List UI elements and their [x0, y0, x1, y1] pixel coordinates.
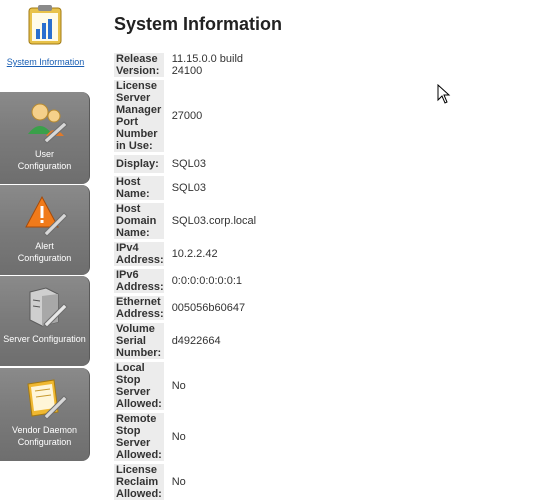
row-value: 27000 — [171, 110, 203, 122]
row-key: License Reclaim Allowed: — [114, 464, 164, 500]
sidebar-item-label-line2: Configuration — [17, 161, 72, 171]
table-row: Host Name: SQL03 — [114, 176, 256, 200]
sidebar-item-alert-configuration[interactable]: Alert Configuration — [0, 185, 90, 275]
user-config-icon — [28, 103, 68, 144]
row-value: No — [171, 431, 186, 443]
row-value: d4922664 — [171, 335, 221, 347]
table-row: Ethernet Address: 005056b60647 — [114, 296, 256, 320]
row-key: IPv4 Address: — [114, 242, 164, 266]
row-value: 11.15.0.0 build 24100 — [171, 53, 244, 77]
row-value: 10.2.2.42 — [171, 248, 218, 260]
row-key: Volume Serial Number: — [114, 323, 164, 359]
sidebar-item-label: Server Configuration — [3, 334, 86, 344]
sidebar-item-label[interactable]: System Information — [0, 57, 91, 67]
row-key: Host Name: — [114, 176, 164, 200]
sidebar-item-user-configuration[interactable]: User Configuration — [0, 92, 90, 184]
table-row: Local Stop Server Allowed: No — [114, 362, 256, 410]
row-key: Ethernet Address: — [114, 296, 164, 320]
row-key: Release Version: — [114, 53, 164, 77]
table-row: Host Domain Name: SQL03.corp.local — [114, 203, 256, 239]
row-value: 005056b60647 — [171, 302, 246, 314]
table-row: Display: SQL03 — [114, 155, 256, 173]
sidebar-item-label-line2: Configuration — [17, 253, 72, 263]
row-key: Display: — [114, 155, 164, 173]
row-key: Remote Stop Server Allowed: — [114, 413, 164, 461]
row-value: No — [171, 476, 186, 488]
sidebar-item-label-line1: Vendor Daemon — [11, 425, 78, 435]
row-key: Host Domain Name: — [114, 203, 164, 239]
alert-config-icon — [25, 195, 68, 237]
sidebar: System Information User Configuration Al… — [0, 0, 91, 461]
row-value: 0:0:0:0:0:0:0:1 — [171, 275, 243, 287]
server-config-icon — [29, 287, 68, 328]
table-row: Remote Stop Server Allowed: No — [114, 413, 256, 461]
table-row: License Server Manager Port Number in Us… — [114, 80, 256, 152]
table-row: Release Version: 11.15.0.0 build 24100 — [114, 53, 256, 77]
sidebar-item-label-line1: Alert — [35, 241, 54, 251]
sidebar-item-server-configuration[interactable]: Server Configuration — [0, 276, 90, 366]
row-value: SQL03 — [171, 158, 206, 170]
row-key: License Server Manager Port Number in Us… — [114, 80, 164, 152]
page-title: System Information — [114, 14, 283, 34]
row-key: Local Stop Server Allowed: — [114, 362, 164, 410]
sidebar-item-vendor-daemon-configuration[interactable]: Vendor Daemon Configuration — [0, 368, 90, 461]
sidebar-item-label-line2: Configuration — [17, 437, 72, 447]
table-row: IPv6 Address: 0:0:0:0:0:0:0:1 — [114, 269, 256, 293]
sidebar-item-system-information[interactable]: System Information — [0, 0, 91, 90]
system-info-table: Release Version: 11.15.0.0 build 24100 Li… — [114, 50, 256, 503]
row-value: SQL03 — [171, 182, 206, 194]
system-info-chart-icon — [28, 5, 62, 45]
sidebar-item-label-line1: User — [34, 149, 54, 159]
row-value: SQL03.corp.local — [171, 215, 257, 227]
table-row: IPv4 Address: 10.2.2.42 — [114, 242, 256, 266]
table-row: License Reclaim Allowed: No — [114, 464, 256, 500]
row-key: IPv6 Address: — [114, 269, 164, 293]
vendor-daemon-config-icon — [27, 379, 68, 420]
mouse-cursor-icon — [437, 84, 451, 104]
row-value: No — [171, 380, 186, 392]
table-row: Volume Serial Number: d4922664 — [114, 323, 256, 359]
